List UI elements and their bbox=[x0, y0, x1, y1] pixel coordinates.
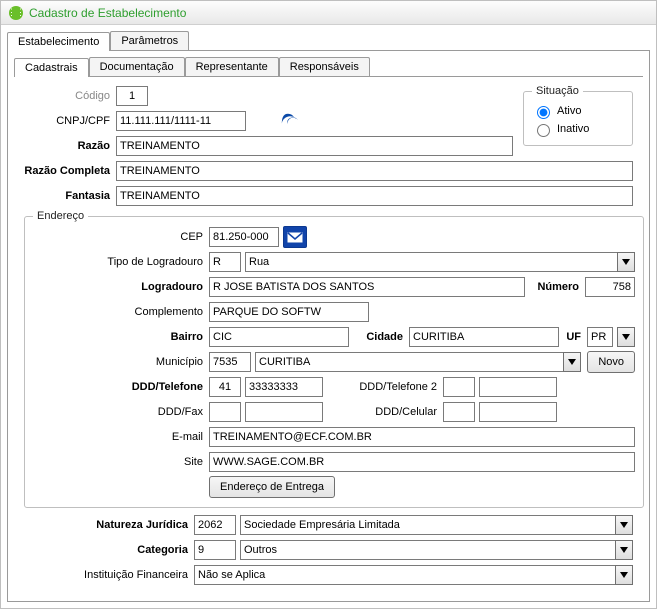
tipo-logradouro-desc-field[interactable] bbox=[245, 252, 617, 272]
label-situacao: Situação bbox=[532, 85, 583, 97]
natureza-dropdown[interactable] bbox=[615, 515, 633, 535]
uf-dropdown[interactable] bbox=[617, 327, 635, 347]
tab-representante[interactable]: Representante bbox=[185, 57, 279, 76]
tab-cadastrais[interactable]: Cadastrais bbox=[14, 58, 89, 77]
radio-inativo[interactable]: Inativo bbox=[532, 121, 624, 137]
label-cep: CEP bbox=[33, 231, 209, 243]
label-ddd-fax: DDD/Fax bbox=[33, 406, 209, 418]
categoria-code-field[interactable] bbox=[194, 540, 236, 560]
tipo-logradouro-code-field[interactable] bbox=[209, 252, 241, 272]
logradouro-field[interactable] bbox=[209, 277, 525, 297]
label-razao: Razão bbox=[24, 140, 116, 152]
label-tipo-logradouro: Tipo de Logradouro bbox=[33, 256, 209, 268]
email-field[interactable] bbox=[209, 427, 635, 447]
razao-field[interactable] bbox=[116, 136, 513, 156]
app-icon: ⋮⋮ bbox=[9, 6, 23, 20]
label-municipio: Município bbox=[33, 356, 209, 368]
label-natureza: Natureza Jurídica bbox=[24, 519, 194, 531]
tab-documentacao[interactable]: Documentação bbox=[89, 57, 185, 76]
label-cnpj: CNPJ/CPF bbox=[24, 115, 116, 127]
telefone-field[interactable] bbox=[245, 377, 323, 397]
municipio-code-field[interactable] bbox=[209, 352, 251, 372]
label-cidade: Cidade bbox=[349, 331, 409, 343]
ddd2-field[interactable] bbox=[443, 377, 475, 397]
tipo-logradouro-dropdown[interactable] bbox=[617, 252, 635, 272]
label-email: E-mail bbox=[33, 431, 209, 443]
natureza-code-field[interactable] bbox=[194, 515, 236, 535]
numero-field[interactable] bbox=[585, 277, 635, 297]
uf-field[interactable] bbox=[587, 327, 613, 347]
novo-button[interactable]: Novo bbox=[587, 351, 635, 373]
ddd-cel-field[interactable] bbox=[443, 402, 475, 422]
municipio-dropdown[interactable] bbox=[563, 352, 581, 372]
cnpj-field[interactable] bbox=[116, 111, 246, 131]
cep-field[interactable] bbox=[209, 227, 279, 247]
label-fantasia: Fantasia bbox=[24, 190, 116, 202]
situacao-group: Situação Ativo Inativo bbox=[523, 85, 633, 146]
complemento-field[interactable] bbox=[209, 302, 369, 322]
radio-inativo-input[interactable] bbox=[537, 124, 550, 137]
receita-federal-icon[interactable] bbox=[280, 112, 302, 131]
endereco-entrega-button[interactable]: Endereço de Entrega bbox=[209, 476, 335, 498]
title-bar: ⋮⋮ Cadastro de Estabelecimento bbox=[1, 1, 656, 25]
cidade-field[interactable] bbox=[409, 327, 559, 347]
label-ddd-telefone: DDD/Telefone bbox=[33, 381, 209, 393]
ddd-field[interactable] bbox=[209, 377, 241, 397]
window-title: Cadastro de Estabelecimento bbox=[29, 6, 186, 20]
radio-ativo[interactable]: Ativo bbox=[532, 103, 624, 119]
label-site: Site bbox=[33, 456, 209, 468]
categoria-dropdown[interactable] bbox=[615, 540, 633, 560]
site-field[interactable] bbox=[209, 452, 635, 472]
cep-lookup-button[interactable] bbox=[283, 226, 307, 248]
municipio-desc-field[interactable] bbox=[255, 352, 563, 372]
razao-completa-field[interactable] bbox=[116, 161, 633, 181]
label-ddd-celular: DDD/Celular bbox=[323, 406, 443, 418]
label-complemento: Complemento bbox=[33, 306, 209, 318]
natureza-desc-field[interactable] bbox=[240, 515, 615, 535]
instituicao-field[interactable] bbox=[194, 565, 615, 585]
label-instituicao: Instituição Financeira bbox=[24, 569, 194, 581]
label-numero: Número bbox=[525, 281, 585, 293]
label-razao-completa: Razão Completa bbox=[24, 165, 116, 177]
window: ⋮⋮ Cadastro de Estabelecimento Estabelec… bbox=[0, 0, 657, 609]
label-logradouro: Logradouro bbox=[33, 281, 209, 293]
fantasia-field[interactable] bbox=[116, 186, 633, 206]
telefone2-field[interactable] bbox=[479, 377, 557, 397]
ddd-fax-field[interactable] bbox=[209, 402, 241, 422]
instituicao-dropdown[interactable] bbox=[615, 565, 633, 585]
fax-field[interactable] bbox=[245, 402, 323, 422]
label-bairro: Bairro bbox=[33, 331, 209, 343]
tab-parametros[interactable]: Parâmetros bbox=[110, 31, 189, 50]
categoria-desc-field[interactable] bbox=[240, 540, 615, 560]
codigo-field[interactable] bbox=[116, 86, 148, 106]
radio-ativo-input[interactable] bbox=[537, 106, 550, 119]
endereco-group: Endereço CEP Tipo de Logradouro bbox=[24, 210, 644, 508]
tab-estabelecimento[interactable]: Estabelecimento bbox=[7, 32, 110, 51]
outer-tabs: Estabelecimento Parâmetros bbox=[1, 25, 656, 50]
label-codigo: Código bbox=[24, 90, 116, 102]
cel-field[interactable] bbox=[479, 402, 557, 422]
label-ddd-telefone2: DDD/Telefone 2 bbox=[323, 381, 443, 393]
bairro-field[interactable] bbox=[209, 327, 349, 347]
label-uf: UF bbox=[559, 331, 587, 343]
label-endereco: Endereço bbox=[33, 210, 88, 222]
label-categoria: Categoria bbox=[24, 544, 194, 556]
form-content: Código CNPJ/CPF Razão bbox=[14, 77, 643, 595]
tab-responsaveis[interactable]: Responsáveis bbox=[279, 57, 370, 76]
